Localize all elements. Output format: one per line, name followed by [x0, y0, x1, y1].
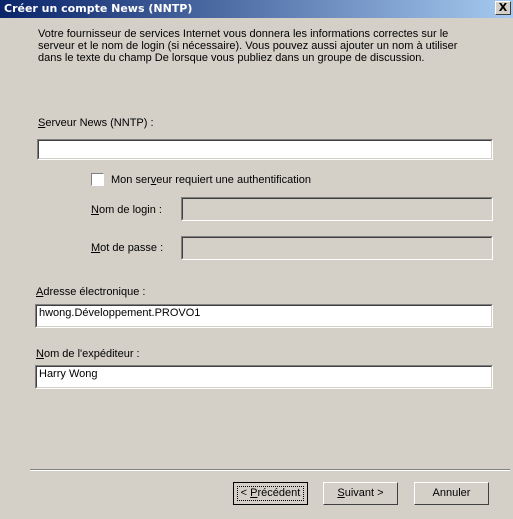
- login-label: Nom de login :: [91, 204, 162, 216]
- intro-text: Votre fournisseur de services Internet v…: [38, 28, 458, 64]
- login-label-key: N: [91, 204, 99, 216]
- auth-label-pre: Mon ser: [111, 174, 151, 186]
- cancel-button[interactable]: Annuler: [414, 482, 489, 505]
- sender-label-rest: om de l'expéditeur :: [43, 348, 140, 360]
- previous-button[interactable]: < Précédent: [233, 482, 308, 505]
- auth-checkbox[interactable]: [91, 173, 104, 186]
- email-input[interactable]: hwong.Développement.PROVO1: [35, 304, 493, 328]
- focus-rect: [237, 486, 304, 501]
- next-label-key: S: [337, 487, 345, 499]
- next-label-rest: uivant >: [344, 487, 384, 499]
- window-title: Créer un compte News (NNTP): [4, 2, 193, 15]
- password-input[interactable]: [181, 236, 493, 260]
- close-button[interactable]: X: [495, 1, 511, 15]
- title-bar[interactable]: Créer un compte News (NNTP) X: [0, 0, 513, 18]
- server-label-rest: erveur News (NNTP) :: [45, 117, 154, 129]
- password-label-key: M: [91, 242, 101, 254]
- dialog-window: Créer un compte News (NNTP) X Votre four…: [0, 0, 513, 519]
- password-label: Mot de passe :: [91, 242, 163, 254]
- login-label-rest: om de login :: [98, 204, 162, 216]
- login-input[interactable]: [181, 197, 493, 221]
- email-label-rest: dresse électronique :: [43, 286, 146, 298]
- auth-label-post: eur requiert une authentification: [156, 174, 311, 186]
- sender-label: Nom de l'expéditeur :: [36, 348, 140, 360]
- separator-highlight: [30, 470, 510, 471]
- sender-label-key: N: [36, 348, 44, 360]
- sender-input[interactable]: Harry Wong: [35, 365, 493, 389]
- auth-label[interactable]: Mon serveur requiert une authentificatio…: [111, 174, 311, 186]
- email-label: Adresse électronique :: [36, 286, 145, 298]
- next-button[interactable]: Suivant >: [323, 482, 398, 505]
- password-label-rest: ot de passe :: [100, 242, 164, 254]
- server-input[interactable]: [37, 139, 493, 160]
- server-label: Serveur News (NNTP) :: [38, 117, 154, 129]
